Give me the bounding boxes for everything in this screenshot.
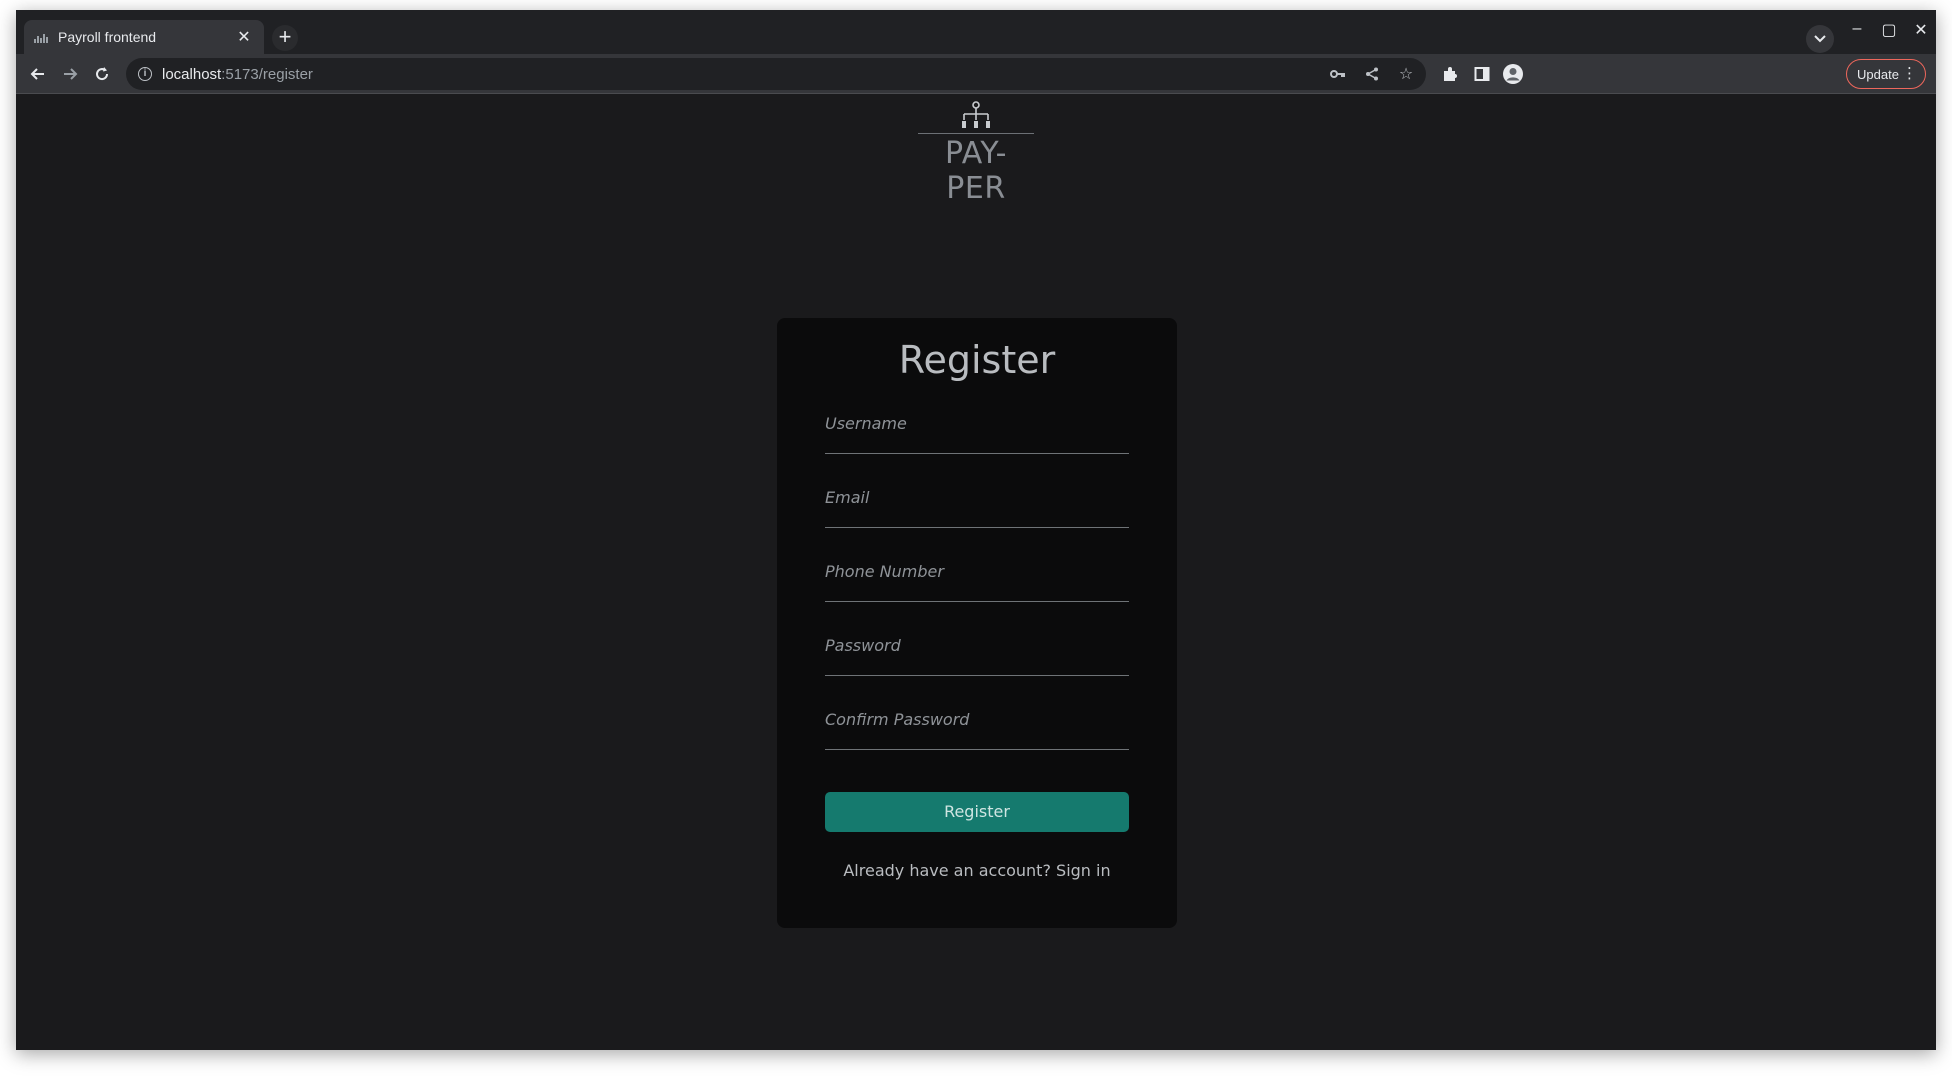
email-field[interactable]: Email bbox=[825, 486, 1129, 528]
username-field[interactable]: Username bbox=[825, 412, 1129, 454]
tab-strip: Payroll frontend ✕ + – ▢ ✕ bbox=[16, 10, 1936, 54]
phone-number-field[interactable]: Phone Number bbox=[825, 560, 1129, 602]
star-icon[interactable]: ☆ bbox=[1396, 64, 1416, 84]
back-icon[interactable] bbox=[26, 62, 50, 86]
address-bar[interactable]: i localhost:5173/register ☆ bbox=[126, 58, 1426, 90]
key-icon[interactable] bbox=[1328, 64, 1348, 84]
signin-link[interactable]: Sign in bbox=[1056, 861, 1111, 880]
forward-icon[interactable] bbox=[58, 62, 82, 86]
site-info-icon[interactable]: i bbox=[138, 67, 152, 81]
share-icon[interactable] bbox=[1362, 64, 1382, 84]
tab-search-button[interactable] bbox=[1806, 25, 1834, 53]
extensions-icon[interactable] bbox=[1439, 63, 1461, 85]
update-button[interactable]: Update ⋮ bbox=[1846, 59, 1926, 89]
url-path: :5173/register bbox=[221, 65, 313, 83]
maximize-icon[interactable]: ▢ bbox=[1878, 20, 1900, 40]
password-field[interactable]: Password bbox=[825, 634, 1129, 676]
brand-name: PAY-PER bbox=[945, 136, 1007, 206]
brand-logo[interactable]: PAY-PER bbox=[916, 101, 1036, 206]
signin-prompt: Already have an account? bbox=[843, 861, 1051, 880]
logo-divider bbox=[918, 133, 1034, 134]
register-button[interactable]: Register bbox=[825, 792, 1129, 832]
chevron-down-icon bbox=[1814, 35, 1826, 43]
more-menu-icon[interactable]: ⋮ bbox=[1902, 64, 1917, 82]
update-label: Update bbox=[1857, 66, 1899, 82]
tab-favicon-icon bbox=[34, 31, 50, 43]
profile-avatar-icon[interactable] bbox=[1502, 63, 1524, 85]
register-card: Register Username Email Phone Number Pas… bbox=[777, 318, 1177, 928]
tab-title: Payroll frontend bbox=[58, 29, 157, 45]
signin-prompt-line: Already have an account? Sign in bbox=[777, 861, 1177, 880]
page-title: Register bbox=[898, 338, 1056, 382]
url-host: localhost bbox=[162, 65, 222, 83]
minimize-icon[interactable]: – bbox=[1846, 20, 1868, 38]
confirm-password-field[interactable]: Confirm Password bbox=[825, 708, 1129, 750]
browser-window: Payroll frontend ✕ + – ▢ ✕ i localhost:5… bbox=[16, 10, 1936, 1050]
browser-tab[interactable]: Payroll frontend ✕ bbox=[24, 20, 264, 54]
reload-icon[interactable] bbox=[90, 62, 114, 86]
browser-toolbar: i localhost:5173/register ☆ Update ⋮ bbox=[16, 54, 1936, 94]
org-chart-icon bbox=[962, 101, 990, 128]
new-tab-button[interactable]: + bbox=[272, 25, 298, 51]
side-panel-icon[interactable] bbox=[1471, 63, 1493, 85]
page-content: PAY-PER Register Username Email Phone Nu… bbox=[16, 95, 1936, 1050]
tab-close-icon[interactable]: ✕ bbox=[234, 27, 254, 47]
window-close-icon[interactable]: ✕ bbox=[1910, 20, 1932, 40]
